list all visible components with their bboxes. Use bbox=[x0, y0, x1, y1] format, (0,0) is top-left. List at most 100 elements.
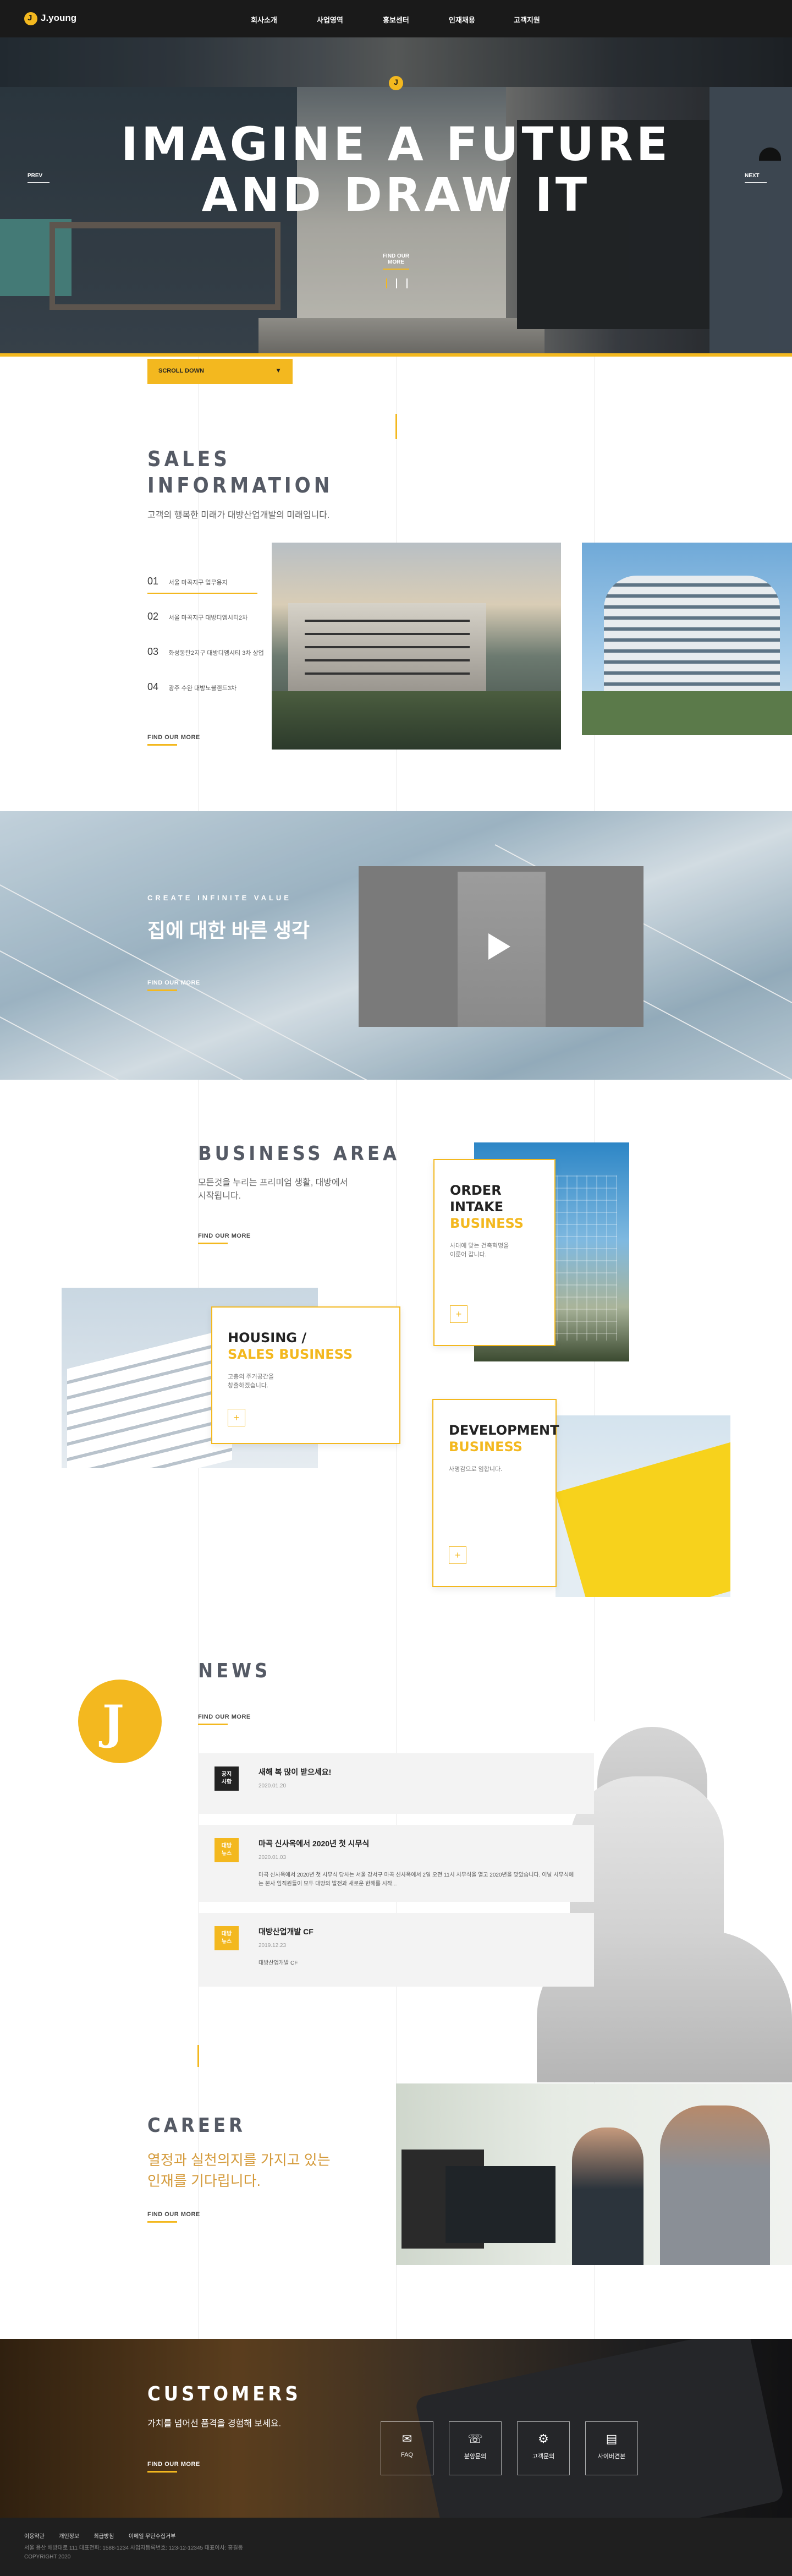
business-find-more[interactable]: FIND OUR MORE bbox=[198, 1233, 251, 1244]
business-card-title-main: DEVELOPMENT bbox=[449, 1423, 559, 1438]
career-image bbox=[396, 2083, 792, 2265]
hero-slider: J IMAGINE A FUTURE AND DRAW IT FIND OUR … bbox=[0, 37, 792, 357]
career-tagline-line1: 열정과 실천의지를 가지고 있는 bbox=[147, 2152, 331, 2168]
news-item-body: 마곡 신사옥에서 2020년 첫 시무식 당사는 서울 강서구 마곡 신사옥에서… bbox=[258, 1872, 574, 1887]
sales-title: SALES INFORMATION bbox=[147, 446, 333, 499]
sales-title-line1: SALES bbox=[147, 447, 230, 471]
news-badge: 대방 뉴스 bbox=[215, 1838, 239, 1862]
video-find-more[interactable]: FIND OUR MORE bbox=[147, 980, 200, 991]
news-item-date: 2020.01.03 bbox=[258, 1855, 287, 1861]
hero-next-label: NEXT bbox=[745, 173, 760, 179]
monitor-shape bbox=[446, 2166, 556, 2243]
nav-item-recruit[interactable]: 인재채용 bbox=[449, 14, 475, 25]
nav-item-support[interactable]: 고객지원 bbox=[514, 14, 540, 25]
hero-title-line2: AND DRAW IT bbox=[201, 168, 591, 222]
hero-find-more-label: FIND OUR MORE bbox=[382, 253, 410, 265]
news-title: NEWS bbox=[198, 1660, 271, 1682]
footer-link-terms[interactable]: 이용약관 bbox=[24, 2534, 45, 2540]
business-find-more-label: FIND OUR MORE bbox=[198, 1233, 251, 1239]
hero-pager-dot-active[interactable] bbox=[386, 278, 387, 288]
hero-logo-icon: J bbox=[389, 76, 403, 90]
hero-pager bbox=[386, 278, 408, 291]
gear-icon: ⚙ bbox=[538, 2432, 549, 2446]
sales-find-more-bar bbox=[147, 744, 177, 746]
news-list-item[interactable]: 공지 사항 새해 복 많이 받으세요! 2020.01.20 bbox=[198, 1753, 594, 1814]
customers-desc: 가치를 넘어선 품격을 경험해 보세요. bbox=[147, 2419, 282, 2429]
news-list-item[interactable]: 대방 뉴스 마곡 신사옥에서 2020년 첫 시무식 2020.01.03 마곡… bbox=[198, 1825, 594, 1902]
footer-link-privacy[interactable]: 개인정보 bbox=[59, 2534, 79, 2540]
business-card-housing[interactable]: HOUSING / SALES BUSINESS 고층의 주거공간을 창출하겠습니… bbox=[211, 1306, 400, 1444]
logo-icon[interactable]: J bbox=[24, 12, 37, 25]
garden-shape bbox=[272, 691, 561, 750]
customers-find-more[interactable]: FIND OUR MORE bbox=[147, 2461, 200, 2473]
business-card-title: DEVELOPMENT BUSINESS bbox=[449, 1422, 559, 1455]
footer-link-email[interactable]: 이메일 무단수집거부 bbox=[129, 2534, 176, 2540]
footer-copyright: COPYRIGHT 2020 bbox=[24, 2554, 71, 2560]
business-card-order[interactable]: ORDER INTAKE BUSINESS 사대에 맞는 건축혁명을 이룬어 갑니… bbox=[433, 1159, 556, 1346]
news-logo-icon: J bbox=[78, 1680, 162, 1763]
hero-find-more[interactable]: FIND OUR MORE bbox=[376, 253, 416, 270]
nav-item-business[interactable]: 사업영역 bbox=[317, 14, 343, 25]
logo-text[interactable]: J.young bbox=[41, 13, 76, 24]
hero-next-button[interactable]: NEXT bbox=[745, 173, 767, 183]
business-find-more-bar bbox=[198, 1243, 228, 1244]
nav-item-pr[interactable]: 홍보센터 bbox=[383, 14, 409, 25]
business-card-title-sub: BUSINESS bbox=[449, 1439, 522, 1454]
sales-item[interactable]: 01 서울 마곡지구 업무용지 bbox=[147, 576, 268, 594]
customers-link-sales[interactable]: ☏ 분양문의 bbox=[449, 2421, 502, 2475]
customers-link-label: FAQ bbox=[400, 2452, 413, 2458]
business-title: BUSINESS AREA bbox=[198, 1142, 400, 1165]
sales-item-num: 04 bbox=[147, 681, 159, 692]
business-card-development[interactable]: DEVELOPMENT BUSINESS 사명감으로 임합니다. + bbox=[432, 1399, 559, 1587]
news-badge: 대방 뉴스 bbox=[215, 1926, 239, 1950]
sales-item[interactable]: 04 광주 수완 대방노블랜드3차 bbox=[147, 681, 268, 693]
building-shape bbox=[288, 603, 486, 691]
video-eyebrow: CREATE INFINITE VALUE bbox=[147, 894, 292, 902]
phone-icon: ☏ bbox=[468, 2432, 483, 2446]
person-shape bbox=[572, 2127, 644, 2265]
section-marker bbox=[395, 414, 397, 439]
sales-item[interactable]: 03 화성동탄2지구 대방디엠시티 3차 상업 bbox=[147, 646, 268, 658]
plus-icon[interactable]: + bbox=[449, 1546, 466, 1564]
business-card-title-main: ORDER INTAKE bbox=[450, 1183, 504, 1215]
plus-icon[interactable]: + bbox=[228, 1409, 245, 1426]
plus-icon[interactable]: + bbox=[450, 1305, 468, 1323]
sales-find-more[interactable]: FIND OUR MORE bbox=[147, 734, 200, 746]
customers-link-faq[interactable]: ✉ FAQ bbox=[381, 2421, 433, 2475]
hero-title-line1: IMAGINE A FUTURE bbox=[120, 117, 672, 171]
sales-item-num: 02 bbox=[147, 611, 159, 622]
footer-link-policy[interactable]: 최급방침 bbox=[94, 2534, 114, 2540]
video-section: CREATE INFINITE VALUE 집에 대한 바른 생각 FIND O… bbox=[0, 811, 792, 1080]
scroll-down-button[interactable]: SCROLL DOWN ▼ bbox=[147, 359, 293, 384]
hero-pager-dot[interactable] bbox=[406, 278, 408, 288]
sales-desc: 고객의 행복한 미래가 대방산업개발의 미래입니다. bbox=[147, 511, 330, 520]
building-shape bbox=[604, 576, 780, 702]
customers-link-inquiry[interactable]: ⚙ 고객문의 bbox=[517, 2421, 570, 2475]
sales-item[interactable]: 02 서울 마곡지구 대방디엠시티2차 bbox=[147, 611, 268, 622]
hero-progress-bar bbox=[0, 353, 792, 357]
business-card-title: ORDER INTAKE BUSINESS bbox=[450, 1182, 539, 1232]
sales-item-num: 01 bbox=[147, 576, 159, 587]
yellow-building-shape bbox=[556, 1429, 730, 1597]
news-list-item[interactable]: 대방 뉴스 대방산업개발 CF 2019.12.23 대방산업개발 CF bbox=[198, 1913, 594, 1987]
hero-prev-button[interactable]: PREV bbox=[28, 173, 50, 183]
site-header: J J.young 회사소개 사업영역 홍보센터 인재채용 고객지원 bbox=[0, 0, 792, 37]
news-badge: 공지 사항 bbox=[215, 1766, 239, 1791]
chat-icon: ✉ bbox=[402, 2432, 413, 2446]
customers-link-cyber[interactable]: ▤ 사이버견본 bbox=[585, 2421, 638, 2475]
news-find-more[interactable]: FIND OUR MORE bbox=[198, 1714, 251, 1725]
video-player[interactable] bbox=[359, 866, 644, 1027]
nav-item-about[interactable]: 회사소개 bbox=[251, 14, 277, 25]
play-icon[interactable] bbox=[488, 933, 510, 960]
customers-section: CUSTOMERS 가치를 넘어선 품격을 경험해 보세요. FIND OUR … bbox=[0, 2339, 792, 2518]
chevron-down-icon: ▼ bbox=[275, 367, 282, 374]
hero-find-more-bar bbox=[383, 269, 409, 270]
hero-pager-dot[interactable] bbox=[396, 278, 398, 288]
scroll-down-label: SCROLL DOWN bbox=[158, 368, 204, 374]
career-tagline-line2: 인재를 기다립니다. bbox=[147, 2173, 261, 2189]
news-item-title: 마곡 신사옥에서 2020년 첫 시무식 bbox=[258, 1839, 370, 1848]
site-footer: 이용약관 개인정보 최급방침 이메일 무단수집거부 서울 용산 해방대로 111… bbox=[0, 2518, 792, 2576]
news-item-title: 새해 복 많이 받으세요! bbox=[258, 1768, 332, 1776]
career-find-more[interactable]: FIND OUR MORE bbox=[147, 2211, 200, 2223]
document-icon: ▤ bbox=[606, 2432, 618, 2446]
